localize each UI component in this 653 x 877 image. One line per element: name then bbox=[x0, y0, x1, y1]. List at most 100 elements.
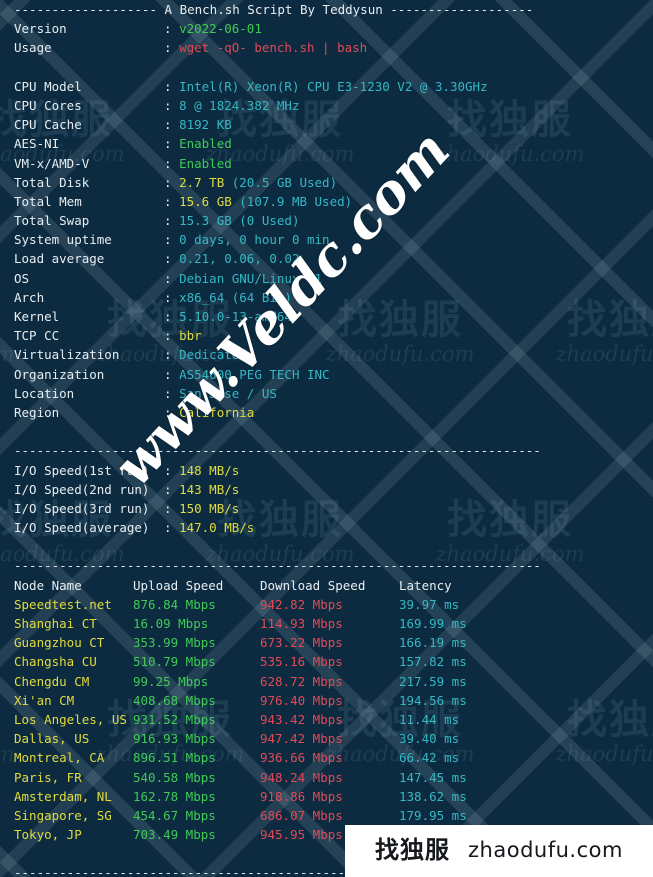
sysinfo-value: 8 @ 1824.382 MHz bbox=[179, 97, 300, 113]
terminal-output: ------------------- A Bench.sh Script By… bbox=[0, 0, 653, 877]
cell-latency: 166.19 ms bbox=[399, 635, 467, 651]
sysinfo-row: Total Mem: 15.6 GB (107.9 MB Used) bbox=[0, 192, 653, 211]
sysinfo-row: TCP CC: bbr bbox=[0, 326, 653, 345]
sysinfo-row: CPU Cache: 8192 KB bbox=[0, 115, 653, 134]
io-speed-row: I/O Speed(3rd run): 150 MB/s bbox=[0, 499, 653, 518]
colon-separator: : bbox=[164, 520, 180, 536]
sysinfo-label: Region bbox=[14, 404, 60, 420]
cell-download-speed: 943.42 Mbps bbox=[260, 711, 343, 727]
cell-latency: 66.42 ms bbox=[399, 750, 460, 766]
version-value: v2022-06-01 bbox=[179, 21, 262, 37]
table-row: Shanghai CT 16.09 Mbps 114.93 Mbps 169.99 m… bbox=[0, 614, 653, 633]
table-row: Amsterdam, NL 162.78 Mbps 918.86 Mbps 138.6… bbox=[0, 787, 653, 806]
io-speed-value: 148 MB/s bbox=[179, 462, 240, 478]
cell-upload-speed: 510.79 Mbps bbox=[133, 654, 216, 670]
title-line: ------------------- A Bench.sh Script By… bbox=[14, 2, 534, 17]
sysinfo-row: Arch: x86_64 (64 Bit) bbox=[0, 288, 653, 307]
speedtest-table-header: Node Name Upload Speed Download Speed Laten… bbox=[0, 576, 653, 595]
sysinfo-value: Enabled bbox=[179, 136, 232, 152]
io-speed-value: 147.0 MB/s bbox=[179, 520, 255, 536]
cell-node-name: Amsterdam, NL bbox=[14, 788, 112, 804]
cell-upload-speed: 408.68 Mbps bbox=[133, 692, 216, 708]
cell-download-speed: 628.72 Mbps bbox=[260, 673, 343, 689]
colon-separator: : bbox=[164, 117, 180, 133]
cell-upload-speed: 931.52 Mbps bbox=[133, 711, 216, 727]
colon-separator: : bbox=[164, 328, 180, 344]
cell-download-speed: 936.66 Mbps bbox=[260, 750, 343, 766]
cell-download-speed: 535.16 Mbps bbox=[260, 654, 343, 670]
io-speed-label: I/O Speed(average) bbox=[14, 520, 150, 536]
cell-upload-speed: 162.78 Mbps bbox=[133, 788, 216, 804]
sysinfo-row: CPU Model: Intel(R) Xeon(R) CPU E3-1230 … bbox=[0, 77, 653, 96]
table-row: Singapore, SG 454.67 Mbps 686.07 Mbps 179.9… bbox=[0, 806, 653, 825]
cell-node-name: Los Angeles, US bbox=[14, 711, 127, 727]
sysinfo-value-extra: (107.9 MB Used) bbox=[231, 193, 353, 209]
cell-latency: 157.82 ms bbox=[399, 654, 467, 670]
colon-separator: : bbox=[164, 481, 180, 497]
sysinfo-row: System uptime: 0 days, 0 hour 0 min bbox=[0, 230, 653, 249]
table-row: Dallas, US 916.93 Mbps 947.42 Mbps 39.40 ms bbox=[0, 729, 653, 748]
colon-separator: : bbox=[164, 40, 180, 56]
sysinfo-label: Load average bbox=[14, 251, 105, 267]
cell-upload-speed: 916.93 Mbps bbox=[133, 731, 216, 747]
column-header-node-name: Node Name bbox=[14, 577, 82, 593]
colon-separator: : bbox=[164, 97, 180, 113]
table-row: Paris, FR 540.58 Mbps 948.24 Mbps 147.45 ms bbox=[0, 768, 653, 787]
cell-node-name: Tokyo, JP bbox=[14, 827, 82, 843]
cell-upload-speed: 703.49 Mbps bbox=[133, 827, 216, 843]
cell-upload-speed: 454.67 Mbps bbox=[133, 807, 216, 823]
table-row: Speedtest.net 876.84 Mbps 942.82 Mbps 39.97… bbox=[0, 595, 653, 614]
cell-node-name: Montreal, CA bbox=[14, 750, 105, 766]
cell-node-name: Dallas, US bbox=[14, 731, 90, 747]
badge-brand-domain: zhaodufu.com bbox=[468, 838, 623, 863]
cell-upload-speed: 353.99 Mbps bbox=[133, 635, 216, 651]
sysinfo-row: Organization: AS54600 PEG TECH INC bbox=[0, 365, 653, 384]
sysinfo-value: x86_64 (64 Bit) bbox=[179, 289, 292, 305]
cell-latency: 11.44 ms bbox=[399, 711, 460, 727]
sysinfo-row: CPU Cores: 8 @ 1824.382 MHz bbox=[0, 96, 653, 115]
sysinfo-row: Kernel: 5.10.0-13-amd64 bbox=[0, 307, 653, 326]
usage-value: wget -qO- bench.sh | bash bbox=[179, 40, 368, 56]
cell-latency: 169.99 ms bbox=[399, 616, 467, 631]
cell-upload-speed: 876.84 Mbps bbox=[133, 596, 216, 612]
colon-separator: : bbox=[164, 193, 180, 209]
io-speed-label: I/O Speed(3rd run) bbox=[14, 500, 150, 516]
badge-brand-cn: 找独服 bbox=[375, 836, 451, 865]
cell-node-name: Xi'an CM bbox=[14, 692, 75, 708]
io-speed-value: 143 MB/s bbox=[179, 481, 240, 497]
sysinfo-value: 15.3 GB bbox=[179, 213, 232, 229]
version-row: Version: v2022-06-01 bbox=[0, 19, 653, 38]
cell-latency: 194.56 ms bbox=[399, 692, 467, 708]
colon-separator: : bbox=[164, 232, 180, 248]
sysinfo-row: Location: San Jose / US bbox=[0, 384, 653, 403]
io-speed-value: 150 MB/s bbox=[179, 500, 240, 516]
colon-separator: : bbox=[164, 385, 180, 401]
colon-separator: : bbox=[164, 462, 180, 478]
sysinfo-value: Enabled bbox=[179, 155, 232, 171]
version-label: Version bbox=[14, 21, 67, 37]
sysinfo-label: VM-x/AMD-V bbox=[14, 155, 90, 171]
separator-rule: ----------------------------------------… bbox=[14, 558, 541, 574]
io-speed-row: I/O Speed(average): 147.0 MB/s bbox=[0, 518, 653, 537]
sysinfo-value: 2.7 TB bbox=[179, 174, 225, 190]
colon-separator: : bbox=[164, 270, 180, 286]
cell-download-speed: 976.40 Mbps bbox=[260, 692, 343, 708]
sysinfo-label: Total Mem bbox=[14, 193, 82, 209]
sysinfo-row: Virtualization: Dedicated bbox=[0, 345, 653, 364]
sysinfo-label: Arch bbox=[14, 289, 45, 305]
sysinfo-value: AS54600 PEG TECH INC bbox=[179, 366, 330, 382]
usage-label: Usage bbox=[14, 40, 52, 56]
sysinfo-label: OS bbox=[14, 270, 30, 286]
cell-download-speed: 673.22 Mbps bbox=[260, 635, 343, 651]
sysinfo-value-extra: (20.5 GB Used) bbox=[224, 174, 338, 190]
io-speed-label: I/O Speed(1st run) bbox=[14, 462, 150, 478]
table-row: Xi'an CM 408.68 Mbps 976.40 Mbps 194.56 ms bbox=[0, 691, 653, 710]
sysinfo-value-extra: (0 Used) bbox=[231, 213, 300, 229]
system-info-section: CPU Model: Intel(R) Xeon(R) CPU E3-1230 … bbox=[0, 77, 653, 422]
sysinfo-label: Virtualization bbox=[14, 347, 120, 363]
sysinfo-value: Intel(R) Xeon(R) CPU E3-1230 V2 @ 3.30GH… bbox=[179, 78, 488, 94]
sysinfo-label: Kernel bbox=[14, 309, 60, 324]
colon-separator: : bbox=[164, 251, 180, 267]
